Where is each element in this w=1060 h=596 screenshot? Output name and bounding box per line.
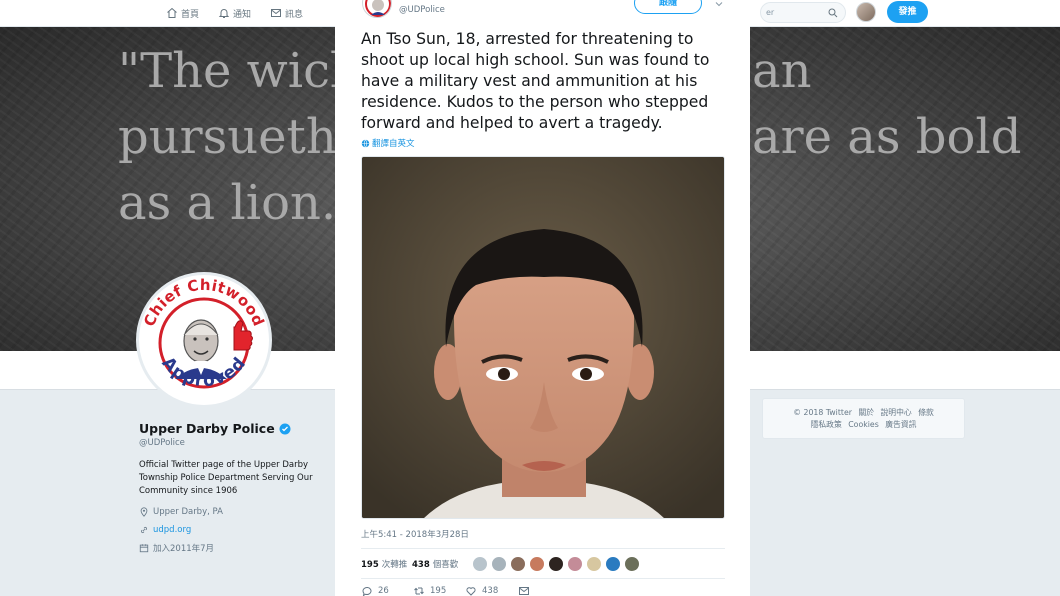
liker-avatar[interactable] (529, 556, 545, 572)
footer-link-ads[interactable]: 廣告資訊 (885, 420, 916, 429)
profile-name-text: Upper Darby Police (139, 421, 275, 436)
retweet-stat-label: 次轉推 (381, 560, 408, 570)
tweet-text: An Tso Sun, 18, arrested for threatening… (361, 29, 731, 134)
tweet-author-avatar[interactable] (362, 0, 392, 18)
profile-location: Upper Darby, PA (139, 505, 223, 519)
profile-name[interactable]: Upper Darby Police (139, 421, 291, 436)
nav-notifications-label: 通知 (233, 9, 252, 20)
retweet-count: 195 (361, 560, 379, 570)
footer-link-help[interactable]: 說明中心 (881, 408, 912, 417)
tweet-detail-modal: @UDPolice 跟隨 An Tso Sun, 18, arrested fo… (335, 0, 750, 596)
search-input[interactable]: er (760, 2, 846, 23)
nav-home[interactable]: 首頁 (166, 5, 199, 21)
like-stat[interactable]: 438 個喜歡 (412, 558, 458, 570)
home-icon (167, 7, 177, 18)
banner-quote-line-1b: an (752, 43, 812, 99)
tweet-text-line: have a military vest and ammunition at h… (361, 72, 698, 90)
chief-chitwood-badge: Chief Chitwood Approved (140, 276, 267, 403)
website-link[interactable]: udpd.org (153, 525, 191, 535)
like-stat-label: 個喜歡 (432, 560, 459, 570)
joined-text: 加入2011年7月 (153, 544, 215, 554)
retweet-stat[interactable]: 195 次轉推 (361, 558, 407, 570)
follow-button[interactable]: 跟隨 (634, 0, 702, 14)
mugshot-image (362, 157, 724, 518)
banner-quote-line-2b: are as bold (752, 109, 1022, 165)
bio-line: Township Police Department Serving Our (139, 473, 313, 483)
tweet-author-handle[interactable]: @UDPolice (399, 5, 445, 15)
search-placeholder: er (766, 8, 775, 17)
liker-avatar[interactable] (510, 556, 526, 572)
link-icon (140, 526, 148, 534)
bio-line: Official Twitter page of the Upper Darby (139, 460, 308, 470)
translate-label: 翻譯自英文 (372, 139, 415, 149)
nav-notifications[interactable]: 通知 (218, 5, 251, 21)
tweet-timestamp[interactable]: 上午5:41 - 2018年3月28日 (361, 528, 469, 540)
bio-line: Community since 1906 (139, 486, 238, 496)
liker-avatar[interactable] (491, 556, 507, 572)
liker-avatar[interactable] (567, 556, 583, 572)
footer-line-2: 隱私政策 Cookies 廣告資訊 (763, 419, 964, 431)
envelope-icon (519, 587, 529, 595)
like-button[interactable]: 438 (465, 585, 498, 596)
bell-icon (218, 9, 230, 18)
globe-icon (361, 139, 370, 147)
banner-quote-line-3: as a lion." (118, 175, 359, 231)
direct-message-button[interactable] (518, 585, 530, 596)
tweet-text-line: forward and helped to avert a tragedy. (361, 114, 663, 132)
user-avatar[interactable] (856, 2, 876, 22)
nav-home-label: 首頁 (181, 9, 200, 20)
banner-quote-line-1a: "The wick (118, 43, 360, 99)
compose-tweet-button[interactable]: 發推 (887, 1, 928, 23)
reply-icon (362, 587, 372, 596)
like-action-count: 438 (482, 586, 499, 596)
liker-avatar[interactable] (472, 556, 488, 572)
footer-link-privacy[interactable]: 隱私政策 (811, 420, 842, 429)
retweet-icon (414, 587, 424, 595)
nav-messages-label: 訊息 (285, 9, 304, 20)
profile-website[interactable]: udpd.org (139, 523, 191, 537)
footer-link-cookies[interactable]: Cookies (848, 420, 879, 429)
profile-handle[interactable]: @UDPolice (139, 438, 185, 448)
profile-avatar[interactable]: Chief Chitwood Approved (136, 272, 272, 408)
footer-links: © 2018 Twitter 關於 說明中心 條款 隱私政策 Cookies 廣… (762, 398, 965, 439)
footer-link-terms[interactable]: 條款 (918, 408, 934, 417)
location-pin-icon (140, 507, 148, 517)
nav-messages[interactable]: 訊息 (270, 5, 303, 21)
calendar-icon (139, 544, 149, 553)
like-count: 438 (412, 560, 430, 570)
footer-link-about[interactable]: 關於 (858, 408, 874, 417)
profile-bio: Official Twitter page of the Upper Darby… (139, 459, 319, 498)
tweet-stats: 195 次轉推 438 個喜歡 (361, 548, 725, 579)
translate-tweet-link[interactable]: 翻譯自英文 (361, 137, 415, 149)
liker-avatar[interactable] (548, 556, 564, 572)
footer-copyright: © 2018 Twitter (793, 408, 852, 417)
tweet-text-line: An Tso Sun, 18, arrested for threatening… (361, 30, 694, 48)
verified-badge-icon (279, 423, 291, 434)
liker-avatar[interactable] (586, 556, 602, 572)
envelope-icon (271, 9, 281, 17)
tweet-actions: 26 195 438 (361, 585, 725, 596)
footer-line-1: © 2018 Twitter 關於 說明中心 條款 (763, 407, 964, 419)
tweet-text-line: shoot up local high school. Sun was foun… (361, 51, 710, 69)
tweet-text-line: residence. Kudos to the person who stepp… (361, 93, 709, 111)
chevron-down-icon[interactable] (713, 0, 725, 10)
banner-quote-line-2a: pursueth, (118, 109, 352, 165)
liker-avatar[interactable] (605, 556, 621, 572)
location-text: Upper Darby, PA (153, 507, 223, 517)
retweet-action-count: 195 (430, 586, 447, 596)
reply-button[interactable]: 26 (361, 585, 389, 596)
retweet-button[interactable]: 195 (413, 585, 446, 596)
search-icon[interactable] (827, 7, 839, 19)
profile-joined: 加入2011年7月 (139, 541, 214, 555)
heart-icon (466, 587, 476, 596)
reply-count: 26 (378, 586, 389, 596)
tweet-photo[interactable] (361, 156, 725, 519)
liker-avatar[interactable] (624, 556, 640, 572)
